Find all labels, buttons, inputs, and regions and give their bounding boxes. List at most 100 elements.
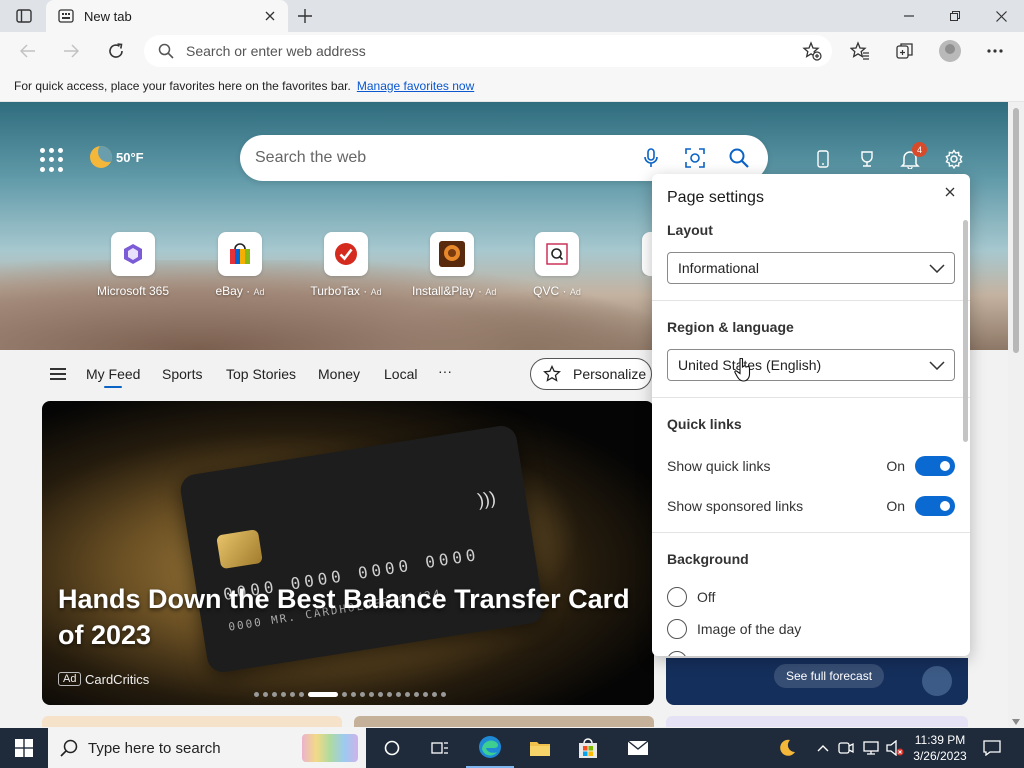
background-option-image-of-day[interactable]: Image of the day	[667, 619, 955, 639]
refresh-button[interactable]	[101, 36, 131, 66]
carousel-dot[interactable]	[441, 692, 446, 697]
mail-button[interactable]	[614, 728, 662, 768]
clock-time: 11:39 PM	[914, 733, 966, 747]
moon-icon	[90, 146, 112, 168]
tab-local[interactable]: Local	[384, 366, 417, 382]
show-hidden-icons-button[interactable]	[814, 728, 832, 768]
background-option-partial[interactable]	[667, 651, 955, 656]
weather-widget[interactable]: 50°F	[90, 146, 144, 168]
show-quick-links-toggle[interactable]	[915, 456, 955, 476]
close-window-button[interactable]	[978, 0, 1024, 32]
menu-icon[interactable]	[50, 368, 66, 380]
background-option-off[interactable]: Off	[667, 587, 955, 607]
radio-button[interactable]	[667, 651, 687, 656]
scrollbar-thumb[interactable]	[1013, 108, 1019, 353]
region-language-select[interactable]: United States (English)	[667, 349, 955, 381]
voice-search-button[interactable]	[636, 143, 666, 173]
quick-link-turbotax[interactable]: TurboTax · Ad	[306, 232, 386, 298]
taskbar-search-box[interactable]: Type here to search	[48, 728, 366, 768]
carousel-dot[interactable]	[342, 692, 347, 697]
scroll-down-arrow-icon[interactable]	[1012, 719, 1020, 725]
carousel-dot[interactable]	[423, 692, 428, 697]
collections-button[interactable]	[891, 37, 919, 65]
address-bar[interactable]: Search or enter web address	[144, 35, 832, 67]
quick-link-install-play[interactable]: Install&Play · Ad	[412, 232, 496, 298]
star-add-icon	[802, 41, 822, 61]
file-explorer-button[interactable]	[516, 728, 564, 768]
settings-more-button[interactable]	[981, 37, 1009, 65]
notifications-button[interactable]: 4	[897, 142, 927, 172]
carousel-dot[interactable]	[396, 692, 401, 697]
personalize-button[interactable]: Personalize	[530, 358, 652, 390]
carousel-dot[interactable]	[290, 692, 295, 697]
quick-link-ebay[interactable]: eBay · Ad	[200, 232, 280, 298]
article-headline[interactable]: Hands Down the Best Balance Transfer Car…	[58, 581, 648, 653]
start-button[interactable]	[0, 728, 48, 768]
microsoft-store-button[interactable]	[564, 728, 612, 768]
close-tab-button[interactable]	[260, 6, 280, 26]
panel-scrollbar[interactable]	[963, 220, 968, 442]
carousel-dot[interactable]	[369, 692, 374, 697]
carousel-dot[interactable]	[432, 692, 437, 697]
show-sponsored-links-toggle[interactable]	[915, 496, 955, 516]
forward-button[interactable]	[56, 36, 86, 66]
carousel-dot[interactable]	[378, 692, 383, 697]
weather-tray-button[interactable]	[772, 728, 802, 768]
game-thumbnail-icon	[439, 241, 465, 267]
back-button[interactable]	[13, 36, 43, 66]
tab-sports[interactable]: Sports	[162, 366, 202, 382]
carousel-indicator[interactable]	[254, 692, 446, 697]
close-panel-button[interactable]	[942, 184, 958, 200]
carousel-dot[interactable]	[308, 692, 338, 697]
task-view-button[interactable]	[416, 728, 464, 768]
carousel-dot[interactable]	[360, 692, 365, 697]
new-tab-button[interactable]	[292, 4, 318, 28]
carousel-dot[interactable]	[263, 692, 268, 697]
search-button[interactable]	[724, 143, 754, 173]
radio-button[interactable]	[667, 619, 687, 639]
carousel-dot[interactable]	[405, 692, 410, 697]
profile-button[interactable]	[936, 37, 964, 65]
volume-button[interactable]	[884, 728, 906, 768]
network-button[interactable]	[860, 728, 882, 768]
meet-now-button[interactable]	[836, 728, 856, 768]
tab-top-stories[interactable]: Top Stories	[226, 366, 296, 382]
tab-actions-button[interactable]	[8, 4, 40, 28]
minimize-icon	[904, 15, 914, 17]
tab-my-feed[interactable]: My Feed	[86, 366, 140, 388]
page-settings-button[interactable]	[941, 146, 967, 172]
mobile-button[interactable]	[810, 146, 836, 172]
manage-favorites-link[interactable]: Manage favorites now	[357, 79, 474, 93]
page-scrollbar[interactable]	[1008, 102, 1024, 727]
ad-label: Ad	[253, 287, 265, 297]
add-favorite-button[interactable]	[798, 37, 826, 65]
carousel-dot[interactable]	[299, 692, 304, 697]
search-icon	[60, 739, 78, 757]
carousel-dot[interactable]	[281, 692, 286, 697]
minimize-button[interactable]	[886, 0, 932, 32]
radio-button[interactable]	[667, 587, 687, 607]
carousel-dot[interactable]	[351, 692, 356, 697]
carousel-dot[interactable]	[387, 692, 392, 697]
favorites-button[interactable]	[846, 37, 874, 65]
carousel-dot[interactable]	[272, 692, 277, 697]
edge-taskbar-button[interactable]	[466, 728, 514, 768]
rewards-button[interactable]	[854, 146, 880, 172]
visual-search-button[interactable]	[680, 143, 710, 173]
app-launcher-button[interactable]	[40, 148, 64, 172]
hero-article-card[interactable]: ))) 0000 0000 0000 0000 0000 MR. CARDHOL…	[42, 401, 654, 705]
carousel-dot[interactable]	[414, 692, 419, 697]
layout-value: Informational	[678, 260, 759, 276]
quick-link-microsoft-365[interactable]: Microsoft 365	[93, 232, 173, 298]
see-full-forecast-button[interactable]: See full forecast	[774, 664, 885, 688]
carousel-dot[interactable]	[254, 692, 259, 697]
cortana-button[interactable]	[368, 728, 416, 768]
quick-link-qvc[interactable]: QVC · Ad	[517, 232, 597, 298]
more-feed-tabs-button[interactable]: ···	[438, 363, 452, 379]
layout-select[interactable]: Informational	[667, 252, 955, 284]
restore-button[interactable]	[932, 0, 978, 32]
tab-new-tab[interactable]: New tab	[46, 0, 288, 32]
tab-money[interactable]: Money	[318, 366, 360, 382]
action-center-button[interactable]	[978, 728, 1006, 768]
system-clock[interactable]: 11:39 PM 3/26/2023	[910, 732, 970, 764]
